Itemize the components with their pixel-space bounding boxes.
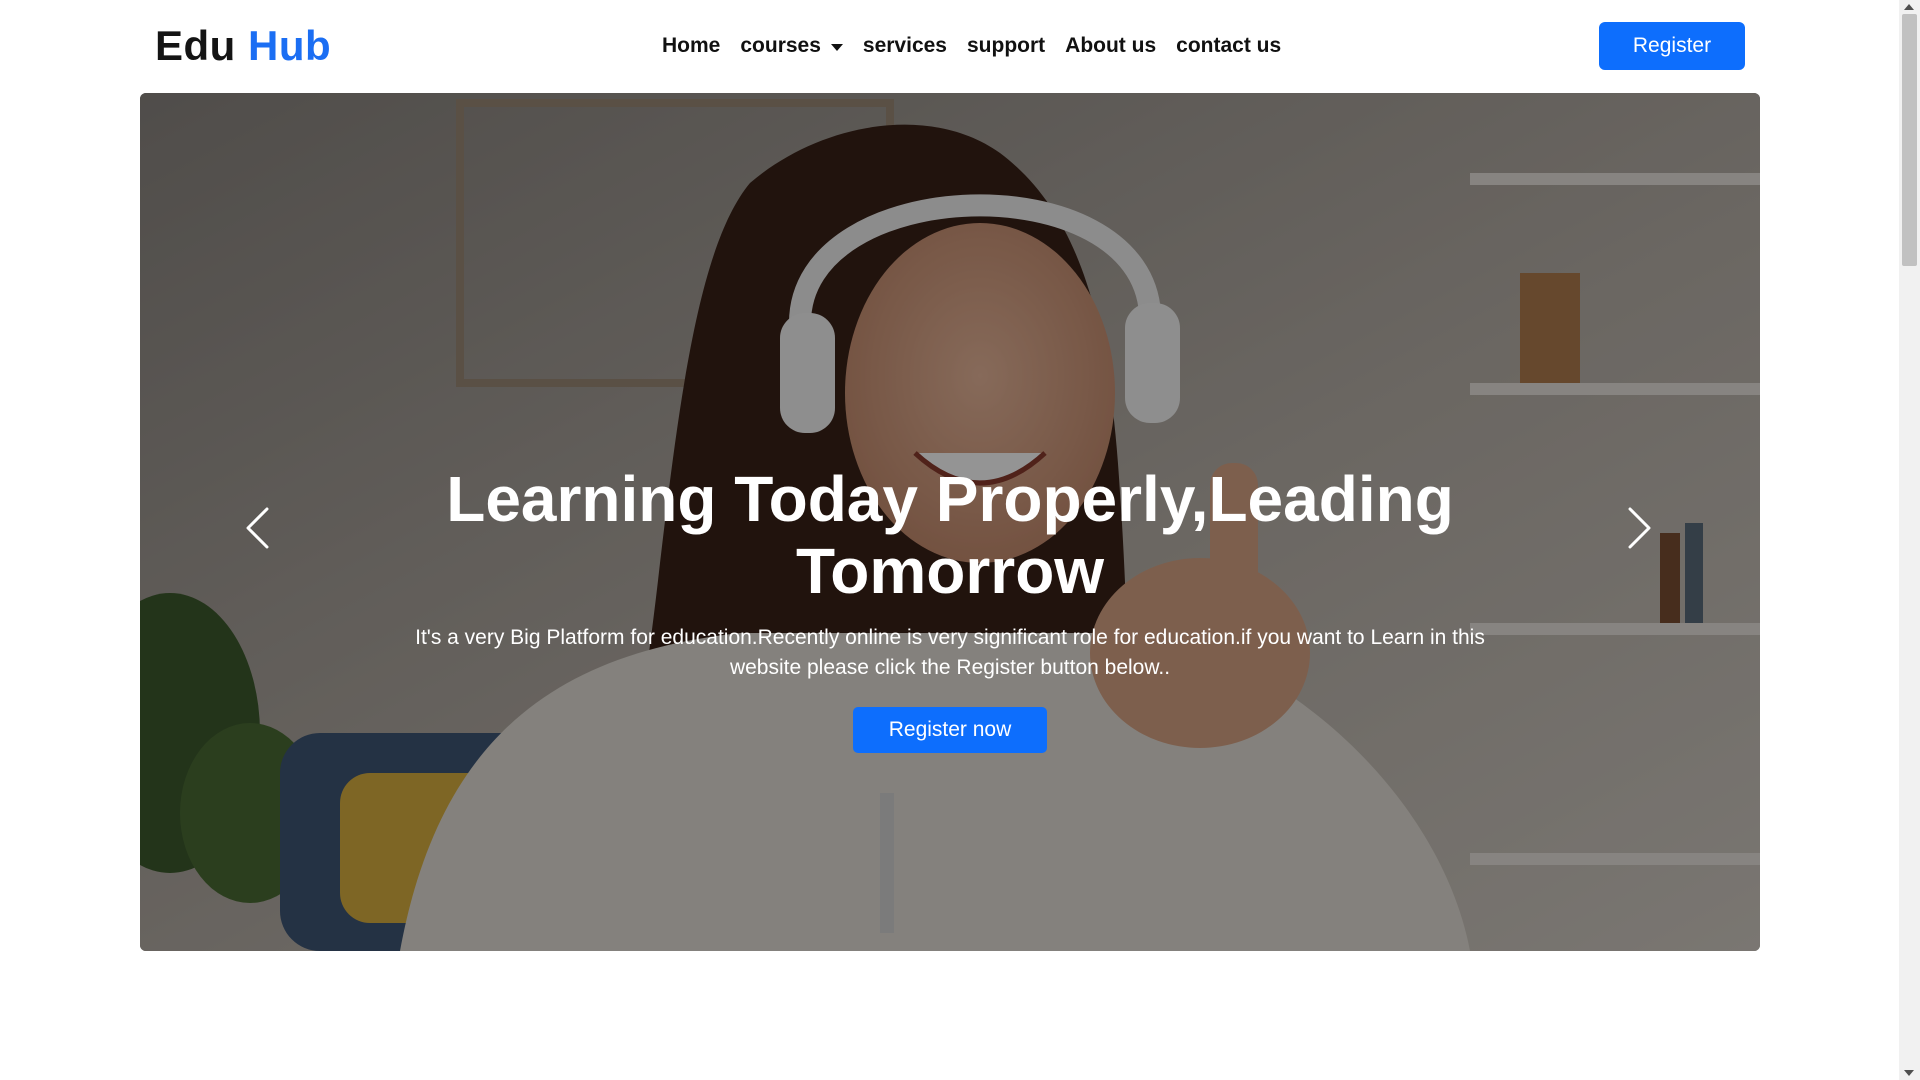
scroll-down-arrow-icon[interactable] xyxy=(1904,1070,1914,1076)
nav-contact-us[interactable]: contact us xyxy=(1176,30,1281,62)
hero-description: It's a very Big Platform for education.R… xyxy=(415,626,1485,679)
brand-name-part2: Hub xyxy=(248,22,332,69)
brand-logo[interactable]: Edu Hub xyxy=(155,20,331,72)
hero-carousel: Learning Today Properly,Leading Tomorrow… xyxy=(140,93,1760,951)
nav-courses-label: courses xyxy=(740,34,821,57)
main-nav: Home courses services support About us c… xyxy=(662,30,1281,62)
brand-name-part1: Edu xyxy=(155,22,236,69)
nav-support[interactable]: support xyxy=(967,30,1045,62)
register-button[interactable]: Register xyxy=(1599,22,1745,70)
nav-courses-dropdown[interactable]: courses xyxy=(740,30,843,62)
scrollbar-thumb[interactable] xyxy=(1902,14,1917,266)
nav-home[interactable]: Home xyxy=(662,30,720,62)
caret-down-icon xyxy=(830,43,843,51)
scroll-up-arrow-icon[interactable] xyxy=(1904,4,1914,10)
hero-caption: Learning Today Properly,Leading Tomorrow… xyxy=(140,463,1760,753)
navbar: Edu Hub Home courses services support Ab… xyxy=(0,0,1899,93)
register-now-button[interactable]: Register now xyxy=(853,707,1047,753)
vertical-scrollbar[interactable] xyxy=(1899,0,1920,1080)
nav-about-us[interactable]: About us xyxy=(1065,30,1156,62)
page: Edu Hub Home courses services support Ab… xyxy=(0,0,1920,1080)
nav-services[interactable]: services xyxy=(863,30,947,62)
hero-title: Learning Today Properly,Leading Tomorrow xyxy=(446,463,1454,607)
